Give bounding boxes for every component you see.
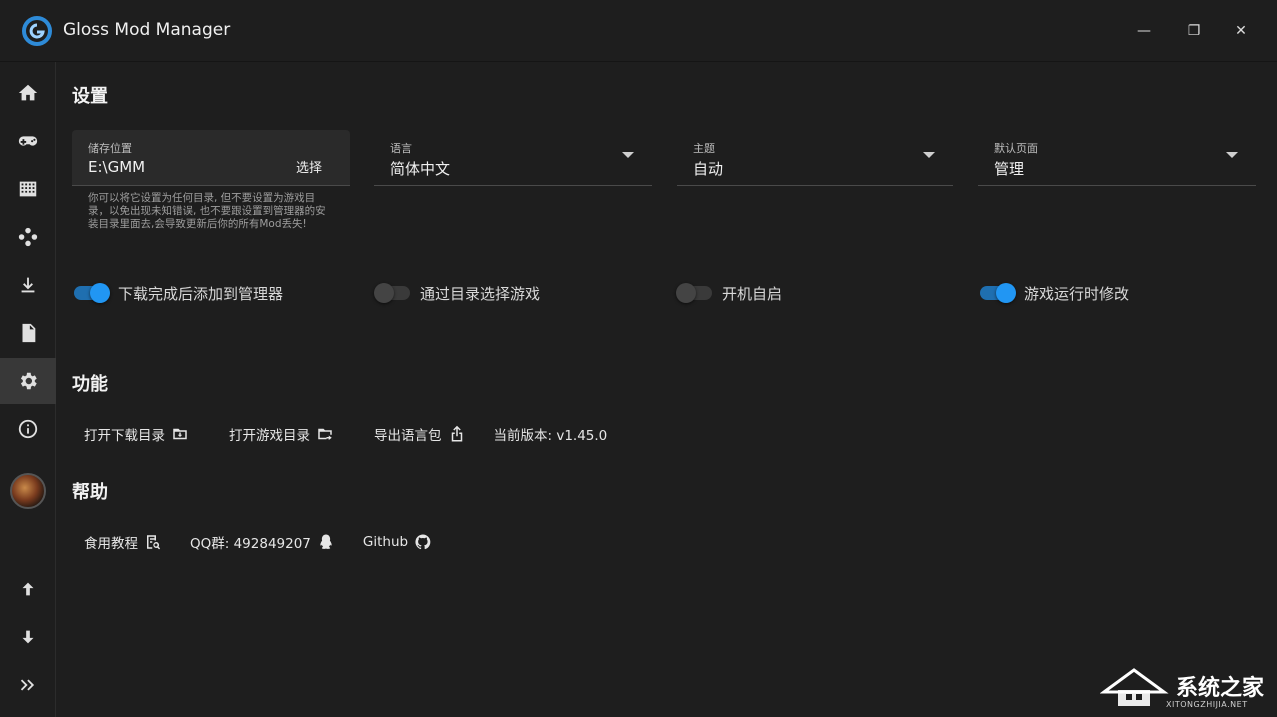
theme-label: 主题 — [693, 142, 715, 155]
arrow-up-icon — [22, 582, 34, 596]
default-page-value: 管理 — [994, 160, 1025, 178]
toggle-switch[interactable] — [72, 280, 110, 306]
chevron-down-icon — [923, 152, 935, 158]
storage-path-value: E:\GMM — [88, 158, 146, 176]
sidebar-item-games[interactable] — [0, 118, 56, 164]
grid-icon — [19, 181, 37, 197]
sidebar-item-about[interactable] — [0, 406, 56, 452]
open-download-dir-label: 打开下载目录 — [84, 428, 165, 444]
qq-penguin-icon — [320, 534, 332, 549]
settings-page: 设置 储存位置 E:\GMM 选择 你可以将它设置为任何目录, 但不要设置为游戏… — [56, 62, 1277, 717]
switch-select-game-by-dir[interactable]: 通过目录选择游戏 — [374, 280, 540, 306]
app-logo-icon — [22, 16, 52, 46]
double-chevron-right-icon — [20, 679, 35, 691]
default-page-select[interactable]: 默认页面 管理 — [978, 130, 1256, 186]
export-language-label: 导出语言包 — [374, 428, 442, 444]
toggle-switch[interactable] — [374, 280, 412, 306]
help-title: 帮助 — [72, 482, 108, 503]
open-game-dir-button[interactable]: 打开游戏目录 — [217, 422, 346, 446]
language-select[interactable]: 语言 简体中文 — [374, 130, 652, 186]
share-upload-icon — [451, 425, 462, 442]
qq-group-label: QQ群: 492849207 — [190, 536, 311, 552]
watermark-subtext: XITONGZHIJIA.NET — [1166, 700, 1248, 709]
tutorial-label: 食用教程 — [84, 536, 138, 552]
features-row: 打开下载目录 打开游戏目录 导出语言包 当前版本: v1.45.0 — [72, 422, 607, 446]
switch-label: 通过目录选择游戏 — [420, 284, 541, 303]
tutorial-button[interactable]: 食用教程 — [72, 530, 174, 554]
download-icon — [21, 277, 35, 293]
home-icon — [18, 84, 38, 101]
theme-value: 自动 — [693, 160, 724, 178]
sidebar-expand[interactable] — [0, 662, 56, 708]
folder-download-icon — [173, 428, 187, 440]
gamepad-icon — [18, 136, 38, 146]
sidebar-item-settings[interactable] — [0, 358, 56, 404]
settings-icon — [20, 372, 37, 390]
info-icon — [18, 419, 38, 439]
hub-icon — [18, 227, 38, 247]
qq-group-button[interactable]: QQ群: 492849207 — [190, 530, 347, 554]
avatar[interactable] — [10, 473, 46, 509]
document-search-icon — [147, 535, 161, 550]
features-title: 功能 — [72, 374, 108, 395]
sidebar-scroll-down[interactable] — [0, 614, 56, 660]
storage-path-label: 储存位置 — [88, 142, 132, 155]
switch-modify-while-running[interactable]: 游戏运行时修改 — [978, 280, 1129, 306]
open-game-dir-label: 打开游戏目录 — [229, 428, 310, 444]
arrow-down-icon — [22, 630, 34, 644]
chevron-down-icon — [1226, 152, 1238, 158]
sidebar-item-manage[interactable] — [0, 310, 56, 356]
language-value: 简体中文 — [390, 160, 451, 178]
settings-title: 设置 — [72, 86, 108, 107]
github-icon — [415, 534, 431, 550]
minimize-button[interactable]: — — [1131, 18, 1157, 44]
chevron-down-icon — [622, 152, 634, 158]
github-label: Github — [362, 534, 409, 550]
sidebar — [0, 62, 56, 717]
theme-select[interactable]: 主题 自动 — [677, 130, 953, 186]
switch-add-to-manager[interactable]: 下载完成后添加到管理器 — [72, 280, 283, 306]
folder-arrow-icon — [318, 428, 332, 440]
sidebar-item-mods[interactable] — [0, 214, 56, 260]
switch-label: 游戏运行时修改 — [1024, 284, 1130, 303]
maximize-button[interactable]: ❐ — [1181, 18, 1207, 44]
sidebar-item-downloads[interactable] — [0, 262, 56, 308]
toggle-switch[interactable] — [676, 280, 714, 306]
close-button[interactable]: ✕ — [1228, 18, 1254, 44]
sidebar-scroll-up[interactable] — [0, 566, 56, 612]
select-folder-button[interactable]: 选择 — [296, 157, 322, 176]
sidebar-item-explore[interactable] — [0, 166, 56, 212]
storage-path-field[interactable]: 储存位置 E:\GMM 选择 — [72, 130, 350, 186]
switch-label: 下载完成后添加到管理器 — [118, 284, 284, 303]
help-row: 食用教程 QQ群: 492849207 Github — [72, 530, 460, 554]
language-label: 语言 — [390, 142, 412, 155]
storage-path-hint: 你可以将它设置为任何目录, 但不要设置为游戏目录，以免出现未知错误, 也不要跟设… — [88, 192, 326, 230]
document-star-icon — [22, 323, 36, 343]
export-language-button[interactable]: 导出语言包 — [362, 422, 478, 446]
switch-label: 开机自启 — [722, 284, 783, 303]
title-bar: Gloss Mod Manager — ❐ ✕ — [0, 0, 1277, 62]
switch-autostart[interactable]: 开机自启 — [676, 280, 782, 306]
sidebar-item-home[interactable] — [0, 70, 56, 116]
toggle-switch[interactable] — [978, 280, 1016, 306]
current-version: 当前版本: v1.45.0 — [493, 428, 608, 444]
open-download-dir-button[interactable]: 打开下载目录 — [72, 422, 201, 446]
watermark-text: 系统之家 — [1176, 676, 1265, 701]
github-button[interactable]: Github — [363, 530, 444, 554]
app-title: Gloss Mod Manager — [63, 20, 231, 40]
default-page-label: 默认页面 — [994, 142, 1038, 155]
